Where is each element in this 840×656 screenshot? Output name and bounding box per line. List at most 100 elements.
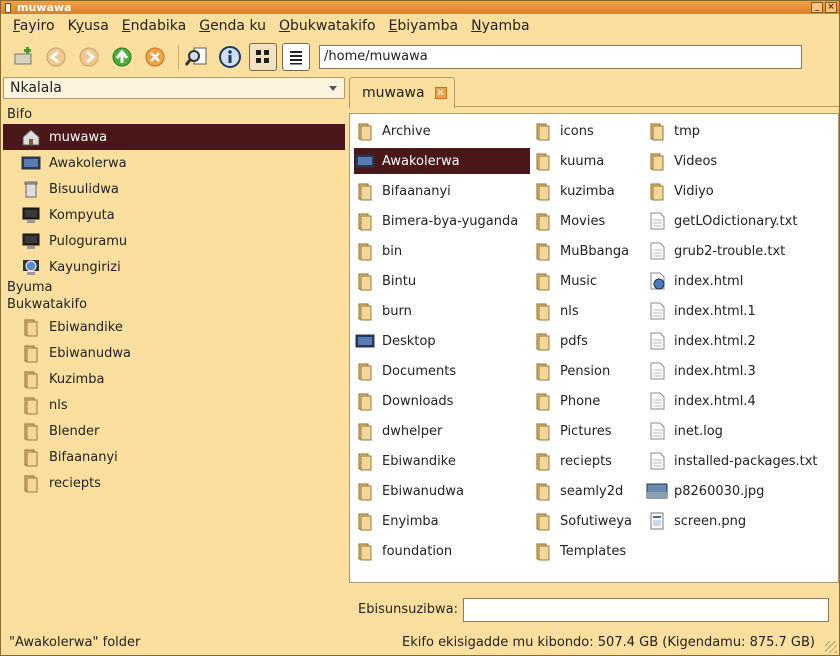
icon-view-button[interactable] — [249, 43, 277, 71]
menu-nyamba[interactable]: Nyamba — [471, 18, 529, 34]
stop-button[interactable] — [141, 43, 169, 71]
file-item[interactable]: pdfs — [532, 328, 642, 354]
bookmark-item-ebiwanudwa[interactable]: Ebiwanudwa — [3, 340, 345, 366]
file-item[interactable]: nls — [532, 298, 642, 324]
info-button[interactable] — [216, 43, 244, 71]
file-item[interactable]: Pension — [532, 358, 642, 384]
file-item[interactable]: Desktop — [354, 328, 530, 354]
close-window-button[interactable]: × — [825, 2, 837, 13]
sidebar-mode-select[interactable]: Nkalala — [3, 77, 345, 99]
file-item[interactable]: Vidiyo — [646, 178, 832, 204]
menu-obukwatakifo[interactable]: Obukwatakifo — [279, 18, 376, 34]
tab-muwawa[interactable]: muwawa × — [349, 77, 455, 108]
file-item[interactable]: kuuma — [532, 148, 642, 174]
minimize-button[interactable]: _ — [811, 2, 823, 13]
back-button[interactable] — [42, 43, 70, 71]
file-item[interactable]: Sofutiweya — [532, 508, 642, 534]
file-item[interactable]: grub2-trouble.txt — [646, 238, 832, 264]
folder-icon — [646, 150, 668, 172]
menu-kyusa[interactable]: Kyusa — [68, 18, 109, 34]
file-item[interactable]: Downloads — [354, 388, 530, 414]
menu-fayiro[interactable]: Fayiro — [13, 18, 55, 34]
file-item[interactable]: Pictures — [532, 418, 642, 444]
file-item[interactable]: index.html.3 — [646, 358, 832, 384]
menu-endabika[interactable]: Endabika — [122, 18, 186, 34]
folder-icon — [532, 120, 554, 142]
file-item[interactable]: Archive — [354, 118, 530, 144]
file-name: p8260030.jpg — [674, 483, 765, 499]
filter-input[interactable] — [463, 598, 829, 622]
file-item[interactable]: foundation — [354, 538, 530, 564]
file-item[interactable]: bin — [354, 238, 530, 264]
desktop-icon — [21, 153, 41, 173]
file-item[interactable]: p8260030.jpg — [646, 478, 832, 504]
bookmark-item-blender[interactable]: Blender — [3, 418, 345, 444]
sidebar: Nkalala Bifo muwawa Awakolerwa Bisuulidwa K… — [3, 77, 347, 625]
file-item[interactable]: Music — [532, 268, 642, 294]
file-item[interactable]: index.html.4 — [646, 388, 832, 414]
file-name: Enyimba — [382, 513, 439, 529]
file-item[interactable]: Bifaananyi — [354, 178, 530, 204]
sidebar-item-kompyuta[interactable]: Kompyuta — [3, 202, 345, 228]
file-item[interactable]: inet.log — [646, 418, 832, 444]
file-name: screen.png — [674, 513, 747, 529]
sidebar-item-muwawa[interactable]: muwawa — [3, 124, 345, 150]
bookmark-item-bifaananyi[interactable]: Bifaananyi — [3, 444, 345, 470]
sidebar-item-awakolerwa[interactable]: Awakolerwa — [3, 150, 345, 176]
title-bar[interactable]: muwawa _ × — [1, 1, 839, 14]
bookmark-item-nls[interactable]: nls — [3, 392, 345, 418]
folder-icon — [532, 450, 554, 472]
file-item[interactable]: screen.png — [646, 508, 832, 534]
search-button[interactable] — [183, 43, 211, 71]
file-item[interactable]: index.html — [646, 268, 832, 294]
file-item[interactable]: Ebiwanudwa — [354, 478, 530, 504]
file-item[interactable]: Ebiwandike — [354, 448, 530, 474]
resize-grip[interactable] — [825, 641, 837, 653]
sidebar-item-kayungirizi[interactable]: Kayungirizi — [3, 254, 345, 280]
file-item[interactable]: index.html.2 — [646, 328, 832, 354]
new-tab-button[interactable] — [9, 43, 37, 71]
file-item[interactable]: dwhelper — [354, 418, 530, 444]
file-item[interactable]: Bimera-bya-yuganda — [354, 208, 530, 234]
menu-genda-ku[interactable]: Genda ku — [199, 18, 266, 34]
forward-button[interactable] — [75, 43, 103, 71]
file-item[interactable]: tmp — [646, 118, 832, 144]
file-item[interactable]: Phone — [532, 388, 642, 414]
bookmark-item-label: reciepts — [49, 475, 101, 491]
file-item[interactable]: seamly2d — [532, 478, 642, 504]
file-name: Bimera-bya-yuganda — [382, 213, 519, 229]
up-button[interactable] — [108, 43, 136, 71]
close-tab-icon[interactable]: × — [434, 87, 447, 99]
menu-ebiyamba[interactable]: Ebiyamba — [389, 18, 459, 34]
bookmark-item-reciepts[interactable]: reciepts — [3, 470, 345, 496]
file-item[interactable]: index.html.1 — [646, 298, 832, 324]
list-view-button[interactable] — [282, 43, 310, 71]
file-item[interactable]: installed-packages.txt — [646, 448, 832, 474]
file-item[interactable]: Awakolerwa — [354, 148, 530, 174]
file-name: index.html.1 — [674, 303, 756, 319]
bookmark-item-kuzimba[interactable]: Kuzimba — [3, 366, 345, 392]
file-item[interactable]: getLOdictionary.txt — [646, 208, 832, 234]
file-item[interactable]: Enyimba — [354, 508, 530, 534]
file-item[interactable]: Bintu — [354, 268, 530, 294]
file-item[interactable]: reciepts — [532, 448, 642, 474]
file-item[interactable]: icons — [532, 118, 642, 144]
sidebar-item-puloguramu[interactable]: Puloguramu — [3, 228, 345, 254]
file-item[interactable]: Templates — [532, 538, 642, 564]
folder-icon — [354, 180, 376, 202]
bookmark-item-ebiwandike[interactable]: Ebiwandike — [3, 314, 345, 340]
file-item[interactable]: burn — [354, 298, 530, 324]
up-arrow-icon — [112, 47, 132, 67]
file-item[interactable]: Videos — [646, 148, 832, 174]
file-item[interactable]: kuzimba — [532, 178, 642, 204]
file-item[interactable]: Movies — [532, 208, 642, 234]
file-name: Awakolerwa — [382, 153, 460, 169]
tab-bar: muwawa × — [349, 77, 839, 108]
image-icon — [646, 480, 668, 502]
sidebar-item-bisuulidwa[interactable]: Bisuulidwa — [3, 176, 345, 202]
file-name: grub2-trouble.txt — [674, 243, 786, 259]
location-input[interactable]: /home/muwawa — [319, 45, 802, 69]
file-item[interactable]: Documents — [354, 358, 530, 384]
file-view[interactable]: Archive Awakolerwa Bifaananyi Bimera-bya-yu… — [349, 113, 839, 583]
file-item[interactable]: MuBbanga — [532, 238, 642, 264]
